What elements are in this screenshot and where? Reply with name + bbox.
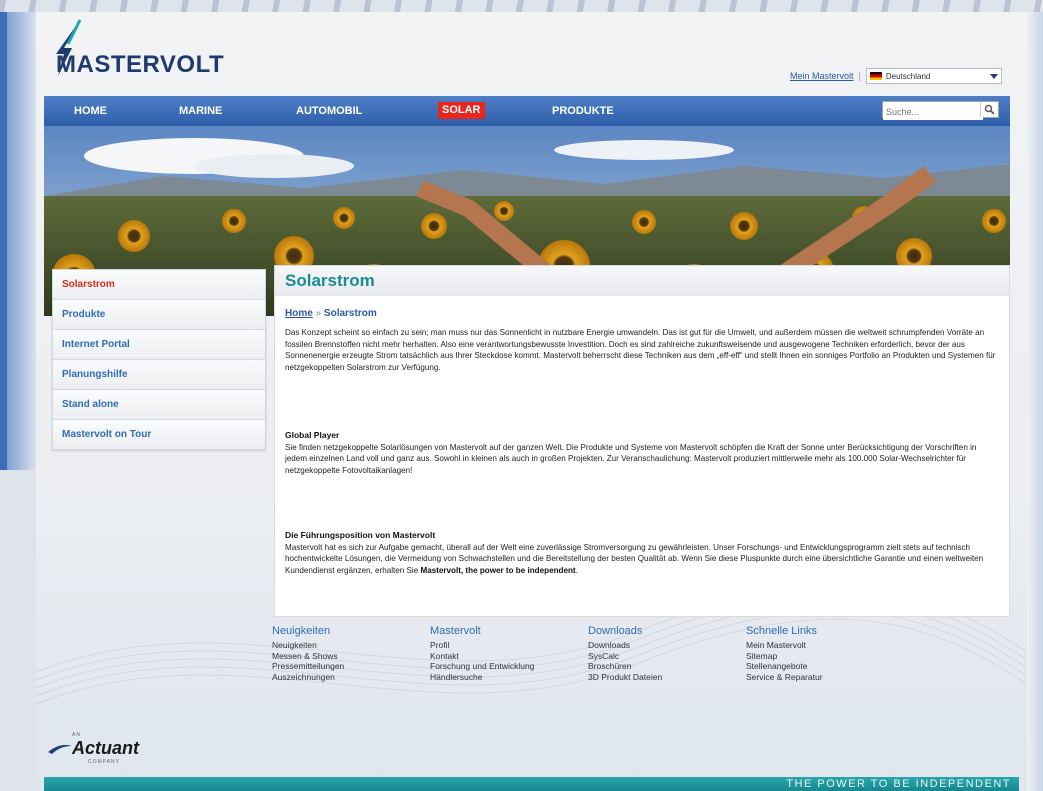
footer-link[interactable]: Mein Mastervolt [746, 640, 896, 651]
section-global-player: Global Player Sie finden netzgekoppelte … [285, 430, 997, 476]
country-label: Deutschland [885, 71, 931, 81]
nav-produkte[interactable]: PRODUKTE [552, 96, 614, 126]
footer-column-neuigkeiten: Neuigkeiten Neuigkeiten Messen & Shows P… [272, 625, 422, 682]
footer-links: Neuigkeiten Neuigkeiten Messen & Shows P… [272, 625, 1012, 715]
footer-slogan-bar: THE POWER TO BE INDEPENDENT [44, 777, 1019, 791]
sidebar-item-planungshilfe[interactable]: Planungshilfe [53, 360, 265, 390]
actuant-name: Actuant [72, 738, 139, 758]
breadcrumb-home-link[interactable]: Home [285, 308, 313, 319]
footer-link[interactable]: Broschüren [588, 661, 738, 672]
search-input[interactable] [883, 104, 983, 120]
country-select[interactable]: Deutschland [865, 68, 1002, 84]
sidebar-item-mastervolt-on-tour[interactable]: Mastervolt on Tour [53, 420, 265, 449]
section-text: Mastervolt hat es sich zur Aufgabe gemac… [285, 542, 984, 575]
section-text: Sie finden netzgekoppelte Solarlösungen … [285, 442, 977, 475]
nav-home[interactable]: HOME [74, 96, 107, 126]
right-decorative-band [1027, 12, 1043, 791]
my-account-link[interactable]: Mein Mastervolt [790, 71, 854, 81]
german-flag-icon [869, 72, 882, 80]
nav-solar[interactable]: SOLAR [438, 102, 485, 119]
footer-link[interactable]: Stellenangebote [746, 661, 896, 672]
breadcrumb-current: Solarstrom [323, 308, 377, 319]
breadcrumb-separator: » [315, 308, 322, 319]
footer-column-title: Neuigkeiten [272, 625, 331, 637]
actuant-swoosh-icon [48, 744, 72, 754]
footer-link[interactable]: SysCalc [588, 651, 738, 662]
search-button[interactable] [980, 102, 998, 117]
footer-column-title: Downloads [588, 625, 643, 637]
footer-link[interactable]: Händlersuche [430, 672, 580, 683]
search-box [882, 101, 999, 120]
left-gradient-band [7, 12, 37, 470]
footer-slogan: THE POWER TO BE INDEPENDENT [786, 778, 1011, 790]
chevron-down-icon [989, 73, 998, 79]
mastervolt-logo[interactable]: MASTERVOLT [44, 14, 254, 86]
main-content: Solarstrom Home » Solarstrom Das Konzept… [274, 265, 1010, 617]
footer-link[interactable]: Kontakt [430, 651, 580, 662]
section-title: Die Führungsposition von Mastervolt [285, 530, 436, 540]
brand-name: MASTERVOLT [56, 51, 225, 78]
search-icon [984, 104, 995, 115]
page-container: MASTERVOLT Mein Mastervolt | Deutschland… [36, 12, 1027, 791]
actuant-suffix: COMPANY [88, 759, 120, 765]
sidebar-item-produkte[interactable]: Produkte [53, 300, 265, 330]
top-utility-bar: Mein Mastervolt | Deutschland [790, 64, 1002, 88]
footer-column-title: Schnelle Links [746, 625, 817, 637]
slogan-emphasis: Mastervolt, the power to be independent [420, 565, 576, 575]
footer-link[interactable]: Sitemap [746, 651, 896, 662]
footer-column-schnelle-links: Schnelle Links Mein Mastervolt Sitemap S… [746, 625, 896, 682]
footer-link[interactable]: Neuigkeiten [272, 640, 422, 651]
nav-automobil[interactable]: AUTOMOBIL [296, 96, 362, 126]
left-decorative-band [0, 12, 7, 470]
sidebar-menu: Solarstrom Produkte Internet Portal Plan… [52, 269, 266, 450]
footer-link[interactable]: 3D Produkt Dateien [588, 672, 738, 683]
footer-link[interactable]: Auszeichnungen [272, 672, 422, 683]
page-title: Solarstrom [285, 271, 375, 290]
footer-link[interactable]: Profil [430, 640, 580, 651]
footer-column-downloads: Downloads Downloads SysCalc Broschüren 3… [588, 625, 738, 682]
sidebar-item-solarstrom[interactable]: Solarstrom [53, 270, 265, 300]
footer-column-title: Mastervolt [430, 625, 481, 637]
separator: | [858, 71, 861, 81]
footer-link[interactable]: Forschung und Entwicklung [430, 661, 580, 672]
footer-link[interactable]: Service & Reparatur [746, 672, 896, 683]
sidebar-item-internet-portal[interactable]: Internet Portal [53, 330, 265, 360]
breadcrumb: Home » Solarstrom [285, 308, 377, 319]
top-decorative-band [0, 0, 1043, 12]
section-leadership: Die Führungsposition von Mastervolt Mast… [285, 530, 997, 576]
content-header: Solarstrom [275, 266, 1009, 296]
nav-marine[interactable]: MARINE [179, 96, 222, 126]
sidebar-item-stand-alone[interactable]: Stand alone [53, 390, 265, 420]
footer-link[interactable]: Messen & Shows [272, 651, 422, 662]
actuant-logo[interactable]: AN Actuant COMPANY [48, 732, 139, 765]
section-title: Global Player [285, 430, 340, 440]
footer-column-mastervolt: Mastervolt Profil Kontakt Forschung und … [430, 625, 580, 682]
main-nav: HOME MARINE AUTOMOBIL SOLAR PRODUKTE [44, 96, 1010, 126]
footer-link[interactable]: Downloads [588, 640, 738, 651]
footer-link[interactable]: Pressemitteilungen [272, 661, 422, 672]
intro-paragraph: Das Konzept scheint so einfach zu sein; … [285, 328, 996, 372]
